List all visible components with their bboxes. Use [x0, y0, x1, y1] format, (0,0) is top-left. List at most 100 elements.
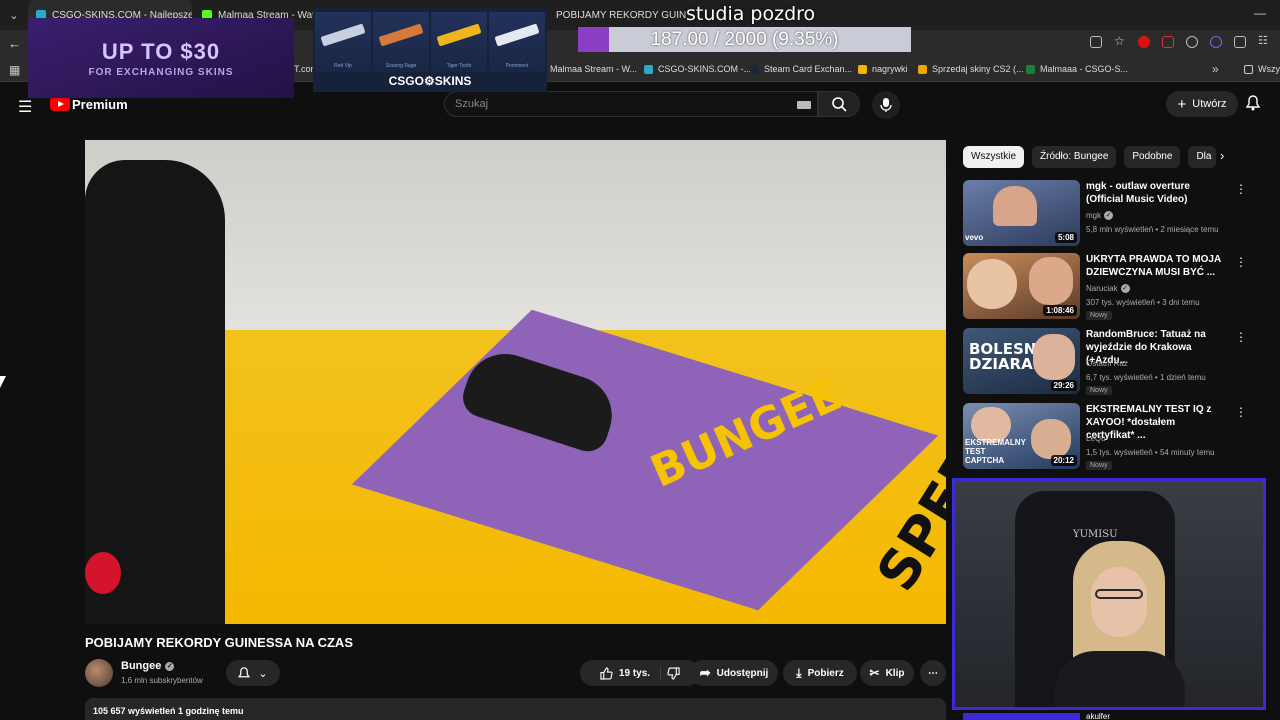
more-vertical-icon[interactable]: ⋮ — [1235, 405, 1247, 419]
extension-icons: ☆ ☷ — [1090, 35, 1270, 48]
channel-name-row[interactable]: Bungee ✓ — [121, 660, 175, 672]
video-title[interactable]: UKRYTA PRAWDA TO MOJA DZIEWCZYNA MUSI BY… — [1086, 253, 1226, 279]
new-badge: Nowy — [1086, 461, 1112, 470]
new-badge: Nowy — [1086, 386, 1112, 395]
apps-grid-icon[interactable]: ▦ — [9, 63, 20, 77]
install-app-icon[interactable] — [1090, 36, 1102, 48]
back-arrow-icon[interactable]: ← — [8, 36, 21, 51]
thumbnail-text: BOLESNE DZIARANIE — [969, 340, 1062, 373]
chip-all[interactable]: Wszystkie — [963, 146, 1024, 168]
rifle-skin-icon — [378, 23, 424, 47]
download-button[interactable]: ⤓ Pobierz — [783, 660, 857, 686]
promo-banner: UP TO $30 FOR EXCHANGING SKINS — [28, 18, 294, 98]
next-recommendation-thumbnail[interactable] — [963, 713, 1080, 720]
skin-card: Soaring Rage — [373, 12, 429, 72]
goal-progress-text: 187.00 / 2000 (9.35%) — [650, 29, 839, 50]
microphone-icon — [880, 98, 892, 112]
donation-goal-bar: 187.00 / 2000 (9.35%) — [578, 27, 911, 52]
video-thumbnail[interactable]: 1:08:46 — [963, 253, 1080, 319]
search-button[interactable] — [818, 91, 860, 117]
promo-subtitle: FOR EXCHANGING SKINS — [88, 66, 234, 78]
extension-icon[interactable] — [1162, 36, 1174, 48]
bookmark-nagrywki[interactable]: nagrywki — [858, 64, 908, 74]
bookmark-label: Malmaaa - CSGO-S... — [1040, 64, 1129, 74]
bookmarks-more-chevron-icon[interactable]: » — [1212, 62, 1219, 76]
verified-check-icon: ✓ — [1120, 284, 1130, 293]
youtube-logo-icon[interactable] — [50, 97, 70, 111]
channel-name: mgk — [1086, 211, 1102, 220]
video-title[interactable]: EKSTREMALNY TEST IQ z XAYOO! *dostałem c… — [1086, 403, 1226, 442]
download-icon: ⤓ — [796, 665, 802, 680]
streamer-face — [1091, 567, 1147, 637]
hamburger-menu-icon[interactable]: ☰ — [18, 97, 32, 117]
chevron-right-icon[interactable]: › — [1220, 148, 1224, 163]
chip-from-channel[interactable]: Źródło: Bungee — [1032, 146, 1117, 168]
dislike-button[interactable] — [667, 666, 680, 680]
bookmark-sprzedaj-skiny[interactable]: Sprzedaj skiny CS2 (... — [918, 64, 1024, 74]
channel-name[interactable]: Bungee — [121, 660, 161, 672]
knife-skin-icon — [436, 23, 482, 47]
channel-row: mgk ✓ — [1086, 211, 1114, 220]
streamer-webcam: YUMISU — [952, 478, 1266, 710]
vevo-logo-icon: vevo — [965, 233, 984, 242]
recommendation-item[interactable]: BOLESNE DZIARANIE 29:26 RandomBruce: Tat… — [963, 328, 1263, 396]
bookmark-star-icon[interactable]: ☆ — [1114, 35, 1126, 48]
video-player[interactable]: BUNGEE SPEED — [85, 140, 946, 624]
bookmark-label: Wszy — [1258, 64, 1280, 74]
puzzle-extensions-icon[interactable] — [1234, 36, 1246, 48]
channel-avatar[interactable] — [85, 659, 113, 687]
folder-icon — [1244, 64, 1253, 74]
thumbnail-face — [993, 186, 1037, 226]
video-title[interactable]: mgk - outlaw overture (Official Music Vi… — [1086, 180, 1226, 206]
more-actions-button[interactable]: ⋯ — [920, 660, 946, 686]
bookmark-label: Steam Card Exchan... — [764, 64, 853, 74]
more-vertical-icon[interactable]: ⋮ — [1235, 330, 1247, 344]
share-button[interactable]: ➦ Udostępnij — [690, 660, 778, 686]
extension-icon[interactable] — [1186, 36, 1198, 48]
thumbnail-face — [1029, 257, 1073, 305]
thumbnail-face — [1031, 419, 1071, 459]
bookmark-folder[interactable]: Wszy — [1244, 64, 1280, 74]
bookmark-malmaa-stream[interactable]: Malmaa Stream - W... — [550, 64, 637, 74]
video-thumbnail[interactable]: vevo 5:08 — [963, 180, 1080, 246]
chair-logo-text: YUMISU — [1073, 529, 1118, 540]
extension-icon[interactable] — [1210, 36, 1222, 48]
recommendation-item[interactable]: vevo 5:08 mgk - outlaw overture (Officia… — [963, 180, 1263, 248]
channel-name: Naruciak — [1086, 284, 1118, 293]
chip-for-you[interactable]: Dla — [1188, 146, 1217, 168]
window-minimize-icon[interactable]: — — [1254, 6, 1266, 20]
side-panel-icon[interactable]: ☷ — [1258, 36, 1270, 48]
bookmark-malmaaa-csgo[interactable]: Malmaaa - CSGO-S... — [1026, 64, 1128, 74]
browser-tab-youtube-video[interactable]: POBIJAMY REKORDY GUIN 🔊 × — [548, 0, 688, 30]
search-input[interactable] — [455, 96, 785, 112]
recommendation-item[interactable]: EKSTREMALNY TEST CAPTCHA 20:12 EKSTREMAL… — [963, 403, 1263, 471]
skin-card: Prominent — [489, 12, 545, 72]
subscription-bell-button[interactable]: ⌄ — [226, 660, 280, 686]
more-vertical-icon[interactable]: ⋮ — [1235, 182, 1247, 196]
clip-button[interactable]: ✂ Klip — [860, 660, 914, 686]
youtube-brand-label[interactable]: Premium — [72, 97, 128, 112]
bookmark-label: Sprzedaj skiny CS2 (... — [932, 64, 1024, 74]
bookmark-favicon-icon — [750, 64, 759, 74]
video-meta: 307 tys. wyświetleń • 3 dni temu — [1086, 298, 1200, 307]
red-extension-icon[interactable] — [1138, 36, 1150, 48]
more-horizontal-icon: ⋯ — [928, 667, 938, 679]
bookmark-csgo-skins[interactable]: CSGO-SKINS.COM -... — [644, 64, 751, 74]
notifications-bell-icon[interactable] — [1245, 95, 1261, 114]
more-vertical-icon[interactable]: ⋮ — [1235, 255, 1247, 269]
chip-related[interactable]: Podobne — [1124, 146, 1181, 168]
like-button[interactable]: 19 tys. — [600, 666, 662, 680]
bookmark-steam-card-exchange[interactable]: Steam Card Exchan... — [750, 64, 852, 74]
voice-search-button[interactable] — [872, 91, 900, 119]
video-thumbnail[interactable]: EKSTREMALNY TEST CAPTCHA 20:12 — [963, 403, 1080, 469]
recommendation-item[interactable]: 1:08:46 UKRYTA PRAWDA TO MOJA DZIEWCZYNA… — [963, 253, 1263, 321]
video-description-box[interactable]: 105 657 wyświetleń 1 godzinę temu — [85, 698, 946, 720]
tab-list-chevron-icon[interactable]: ⌄ — [0, 0, 28, 30]
video-thumbnail[interactable]: BOLESNE DZIARANIE 29:26 — [963, 328, 1080, 394]
keyboard-icon[interactable] — [797, 101, 811, 109]
thumbs-down-icon — [667, 666, 680, 680]
verified-check-icon: ✓ — [1104, 211, 1114, 220]
bookmark-label: nagrywki — [872, 64, 908, 74]
create-button[interactable]: + Utwórz — [1166, 91, 1238, 117]
thumbs-up-icon — [600, 666, 613, 680]
